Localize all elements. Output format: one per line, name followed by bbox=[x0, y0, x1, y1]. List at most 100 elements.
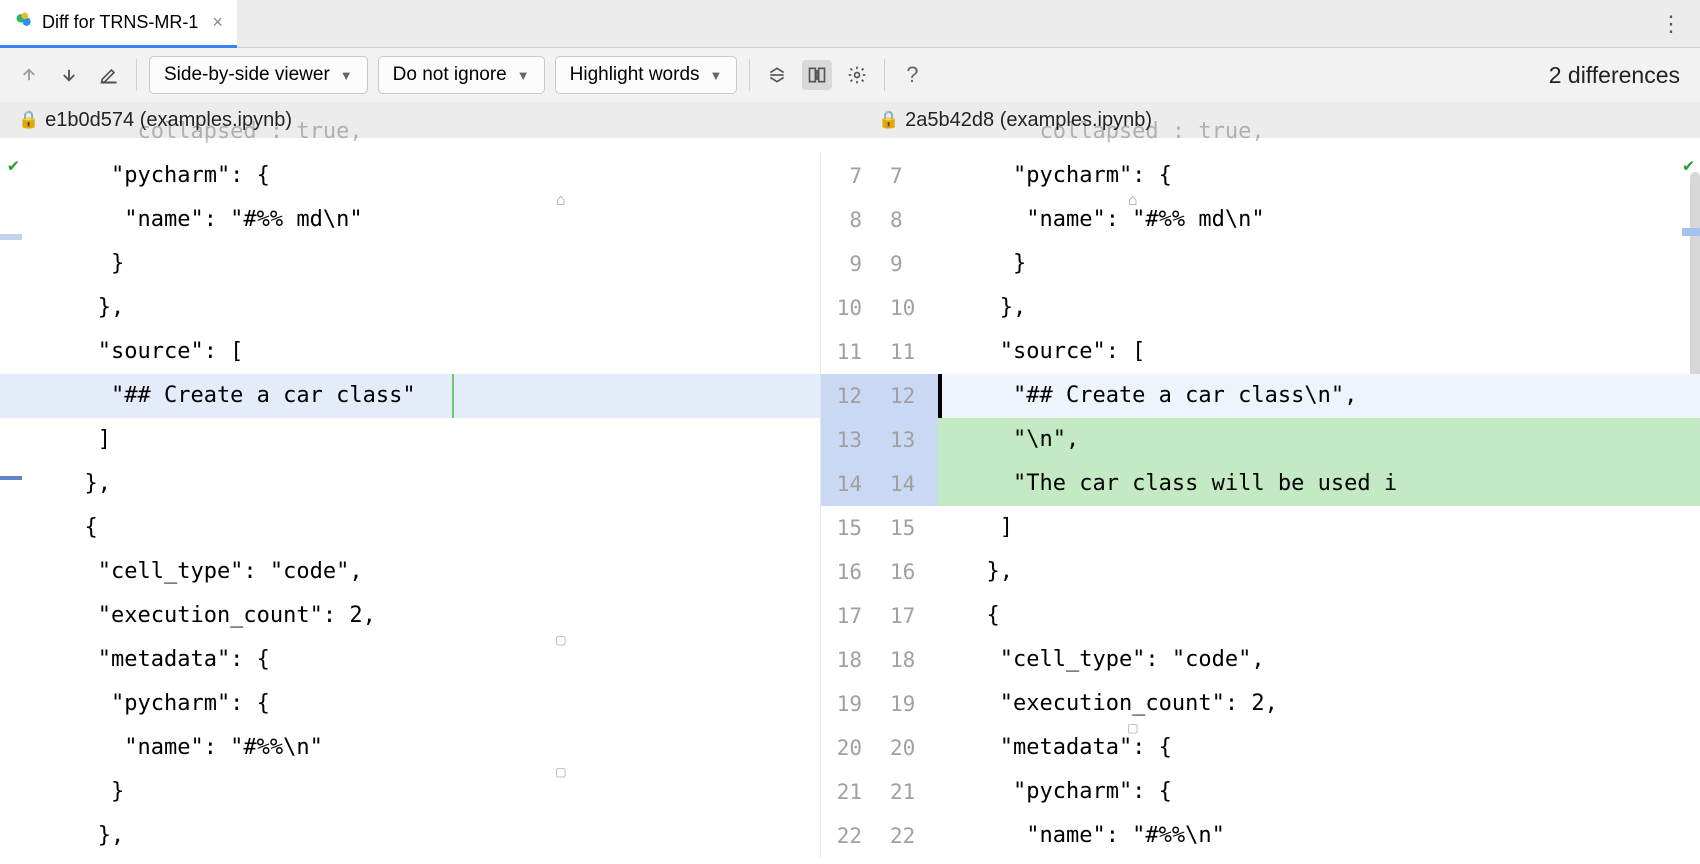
line-number: 13 bbox=[820, 418, 876, 462]
code-text[interactable]: } bbox=[938, 242, 1026, 286]
code-text[interactable]: "name": "#%%\n" bbox=[938, 814, 1225, 858]
code-text[interactable]: "name": "#%%\n" bbox=[0, 726, 323, 770]
fold-icon[interactable]: ▢ bbox=[556, 618, 566, 662]
line-number: 14 bbox=[820, 462, 876, 506]
prev-diff-icon[interactable] bbox=[14, 60, 44, 90]
code-text[interactable]: "source": [ bbox=[0, 330, 243, 374]
line-number: 17 bbox=[876, 594, 938, 638]
line-number: 22 bbox=[876, 814, 938, 858]
diff-row: }99 } bbox=[0, 242, 1700, 286]
diff-row: "cell_type": "code",1616 }, bbox=[0, 550, 1700, 594]
code-text[interactable]: }, bbox=[0, 462, 111, 506]
code-text[interactable]: "name": "#%% md\n" bbox=[938, 198, 1265, 242]
line-number: 18 bbox=[876, 638, 938, 682]
fold-icon[interactable]: ⌂ bbox=[1128, 178, 1138, 222]
code-text[interactable]: "\n", bbox=[938, 418, 1079, 462]
fold-icon[interactable]: ⌂ bbox=[556, 178, 566, 222]
diff-row: "name": "#%%\n"2020 "metadata": { bbox=[0, 726, 1700, 770]
code-text[interactable]: { bbox=[0, 506, 98, 550]
diff-toolbar: Side-by-side viewer ▼ Do not ignore ▼ Hi… bbox=[0, 48, 1700, 102]
line-number: 8 bbox=[876, 198, 938, 242]
code-text[interactable]: "metadata": { bbox=[0, 638, 270, 682]
diff-row: },1010 }, bbox=[0, 286, 1700, 330]
chevron-down-icon: ▼ bbox=[340, 68, 353, 83]
tab-diff[interactable]: Diff for TRNS-MR-1 × bbox=[0, 0, 237, 48]
settings-icon[interactable] bbox=[842, 60, 872, 90]
line-number: 15 bbox=[820, 506, 876, 550]
code-text[interactable]: "cell_type": "code", bbox=[938, 638, 1265, 682]
line-number: 21 bbox=[876, 770, 938, 814]
line-number: 7 bbox=[820, 154, 876, 198]
code-text[interactable]: "The car class will be used i bbox=[938, 462, 1397, 506]
code-text[interactable]: }, bbox=[0, 814, 124, 858]
fold-icon[interactable]: ▢ bbox=[556, 750, 566, 794]
line-number: 9 bbox=[876, 242, 938, 286]
tab-bar: Diff for TRNS-MR-1 × ⋮ bbox=[0, 0, 1700, 48]
diff-row: "metadata": {1818 "cell_type": "code", bbox=[0, 638, 1700, 682]
code-text[interactable]: "## Create a car class" bbox=[0, 374, 416, 418]
tab-title: Diff for TRNS-MR-1 bbox=[42, 12, 198, 33]
line-number: 21 bbox=[820, 770, 876, 814]
code-text[interactable]: "## Create a car class\n", bbox=[938, 374, 1357, 418]
diff-row: "pycharm": {77 "pycharm": { bbox=[0, 154, 1700, 198]
sync-scroll-icon[interactable] bbox=[802, 60, 832, 90]
diff-row: ] 1313 "\n", bbox=[0, 418, 1700, 462]
code-text[interactable]: collapsed : true, bbox=[938, 110, 1265, 154]
line-number: 11 bbox=[820, 330, 876, 374]
code-text[interactable]: "execution_count": 2, bbox=[938, 682, 1278, 726]
line-number: 20 bbox=[876, 726, 938, 770]
ignore-mode-dropdown[interactable]: Do not ignore ▼ bbox=[378, 56, 545, 94]
diff-row: "name": "#%% md\n"88 "name": "#%% md\n" bbox=[0, 198, 1700, 242]
more-icon[interactable]: ⋮ bbox=[1642, 11, 1700, 37]
next-diff-icon[interactable] bbox=[54, 60, 84, 90]
code-text[interactable]: "pycharm": { bbox=[938, 770, 1172, 814]
fold-icon[interactable]: ▢ bbox=[1128, 706, 1138, 750]
help-icon[interactable]: ? bbox=[897, 60, 927, 90]
code-text[interactable]: }, bbox=[938, 550, 1013, 594]
code-text[interactable]: "pycharm": { bbox=[0, 154, 270, 198]
chevron-down-icon: ▼ bbox=[517, 68, 530, 83]
line-number: 20 bbox=[820, 726, 876, 770]
diff-row: "source": [1111 "source": [ bbox=[0, 330, 1700, 374]
highlight-mode-label: Highlight words bbox=[570, 64, 700, 86]
code-text[interactable]: { bbox=[938, 594, 1000, 638]
diff-row: "execution_count": 2, 1717 { bbox=[0, 594, 1700, 638]
diff-row: {1515 ] bbox=[0, 506, 1700, 550]
line-number: 17 bbox=[820, 594, 876, 638]
code-text[interactable]: }, bbox=[938, 286, 1026, 330]
code-text[interactable]: } bbox=[0, 770, 124, 814]
line-number: 19 bbox=[820, 682, 876, 726]
highlight-mode-dropdown[interactable]: Highlight words ▼ bbox=[555, 56, 738, 94]
line-number: 10 bbox=[820, 286, 876, 330]
code-text[interactable]: "source": [ bbox=[938, 330, 1145, 374]
code-text[interactable]: } bbox=[0, 242, 124, 286]
edit-icon[interactable] bbox=[94, 60, 124, 90]
code-text[interactable]: collapsed : true, bbox=[0, 110, 363, 154]
line-number: 16 bbox=[820, 550, 876, 594]
chevron-down-icon: ▼ bbox=[710, 68, 723, 83]
line-number: 15 bbox=[876, 506, 938, 550]
code-text[interactable]: ] bbox=[938, 506, 1013, 550]
line-number: 11 bbox=[876, 330, 938, 374]
collapse-unchanged-icon[interactable] bbox=[762, 60, 792, 90]
close-icon[interactable]: × bbox=[206, 12, 223, 33]
line-number: 12 bbox=[876, 374, 938, 418]
line-number: 10 bbox=[876, 286, 938, 330]
code-text[interactable]: }, bbox=[0, 286, 124, 330]
viewer-mode-dropdown[interactable]: Side-by-side viewer ▼ bbox=[149, 56, 368, 94]
code-text[interactable]: "execution_count": 2, bbox=[0, 594, 376, 638]
viewer-mode-label: Side-by-side viewer bbox=[164, 64, 330, 86]
code-text[interactable]: "cell_type": "code", bbox=[0, 550, 363, 594]
line-number: 8 bbox=[820, 198, 876, 242]
line-number: 9 bbox=[820, 242, 876, 286]
code-text[interactable]: ] bbox=[0, 418, 111, 462]
code-text[interactable]: "name": "#%% md\n" bbox=[0, 198, 363, 242]
diff-row: collapsed : true, collapsed : true, bbox=[0, 110, 1700, 154]
line-number: 12 bbox=[820, 374, 876, 418]
diff-row: },2222 "name": "#%%\n" bbox=[0, 814, 1700, 858]
code-text[interactable]: "pycharm": { bbox=[0, 682, 270, 726]
line-number: 13 bbox=[876, 418, 938, 462]
diff-row: "## Create a car class" 1212 "## Create a… bbox=[0, 374, 1700, 418]
diff-row: },1414 "The car class will be used i bbox=[0, 462, 1700, 506]
space-logo-icon bbox=[14, 10, 34, 35]
